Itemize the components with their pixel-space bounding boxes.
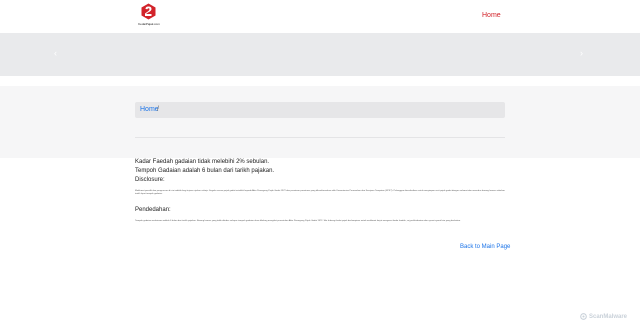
breadcrumb-home-link[interactable]: Home	[140, 106, 159, 114]
pawn-period-text: Tempoh Gadaian adalah 6 bulan dari tarik…	[135, 168, 275, 174]
breadcrumb: Home /	[135, 102, 505, 118]
watermark-text: ScanMalware	[589, 314, 628, 320]
chevron-left-icon[interactable]: ‹	[54, 48, 57, 58]
site-header: KedaiPajak.com Home	[0, 0, 640, 33]
main-content: Kadar Faedah gadaian tidak melebihi 2% s…	[135, 158, 505, 223]
hero-carousel: ‹ ›	[0, 33, 640, 76]
nav-home-link[interactable]: Home	[482, 12, 501, 19]
back-to-main-link[interactable]: Back to Main Page	[460, 244, 510, 250]
chevron-right-icon[interactable]: ›	[580, 48, 583, 58]
scan-logo-icon	[580, 313, 587, 320]
site-logo[interactable]: KedaiPajak.com	[136, 3, 162, 30]
logo-text: KedaiPajak.com	[138, 22, 160, 26]
breadcrumb-separator: /	[157, 106, 159, 113]
disclosure-heading: Disclosure:	[135, 177, 165, 183]
breadcrumb-band	[0, 86, 640, 158]
section-divider	[135, 137, 505, 138]
logo-mark-icon	[141, 3, 156, 20]
pendedahan-text: Tempoh gadaian maksimum adalah 6 bulan d…	[135, 219, 461, 222]
interest-rate-text: Kadar Faedah gadaian tidak melebihi 2% s…	[135, 159, 270, 165]
disclosure-text: Maklumat pemilik dan pengurusan di sini …	[135, 190, 505, 196]
pendedahan-heading: Pendedahan:	[135, 206, 171, 213]
watermark: ScanMalware	[580, 312, 638, 322]
